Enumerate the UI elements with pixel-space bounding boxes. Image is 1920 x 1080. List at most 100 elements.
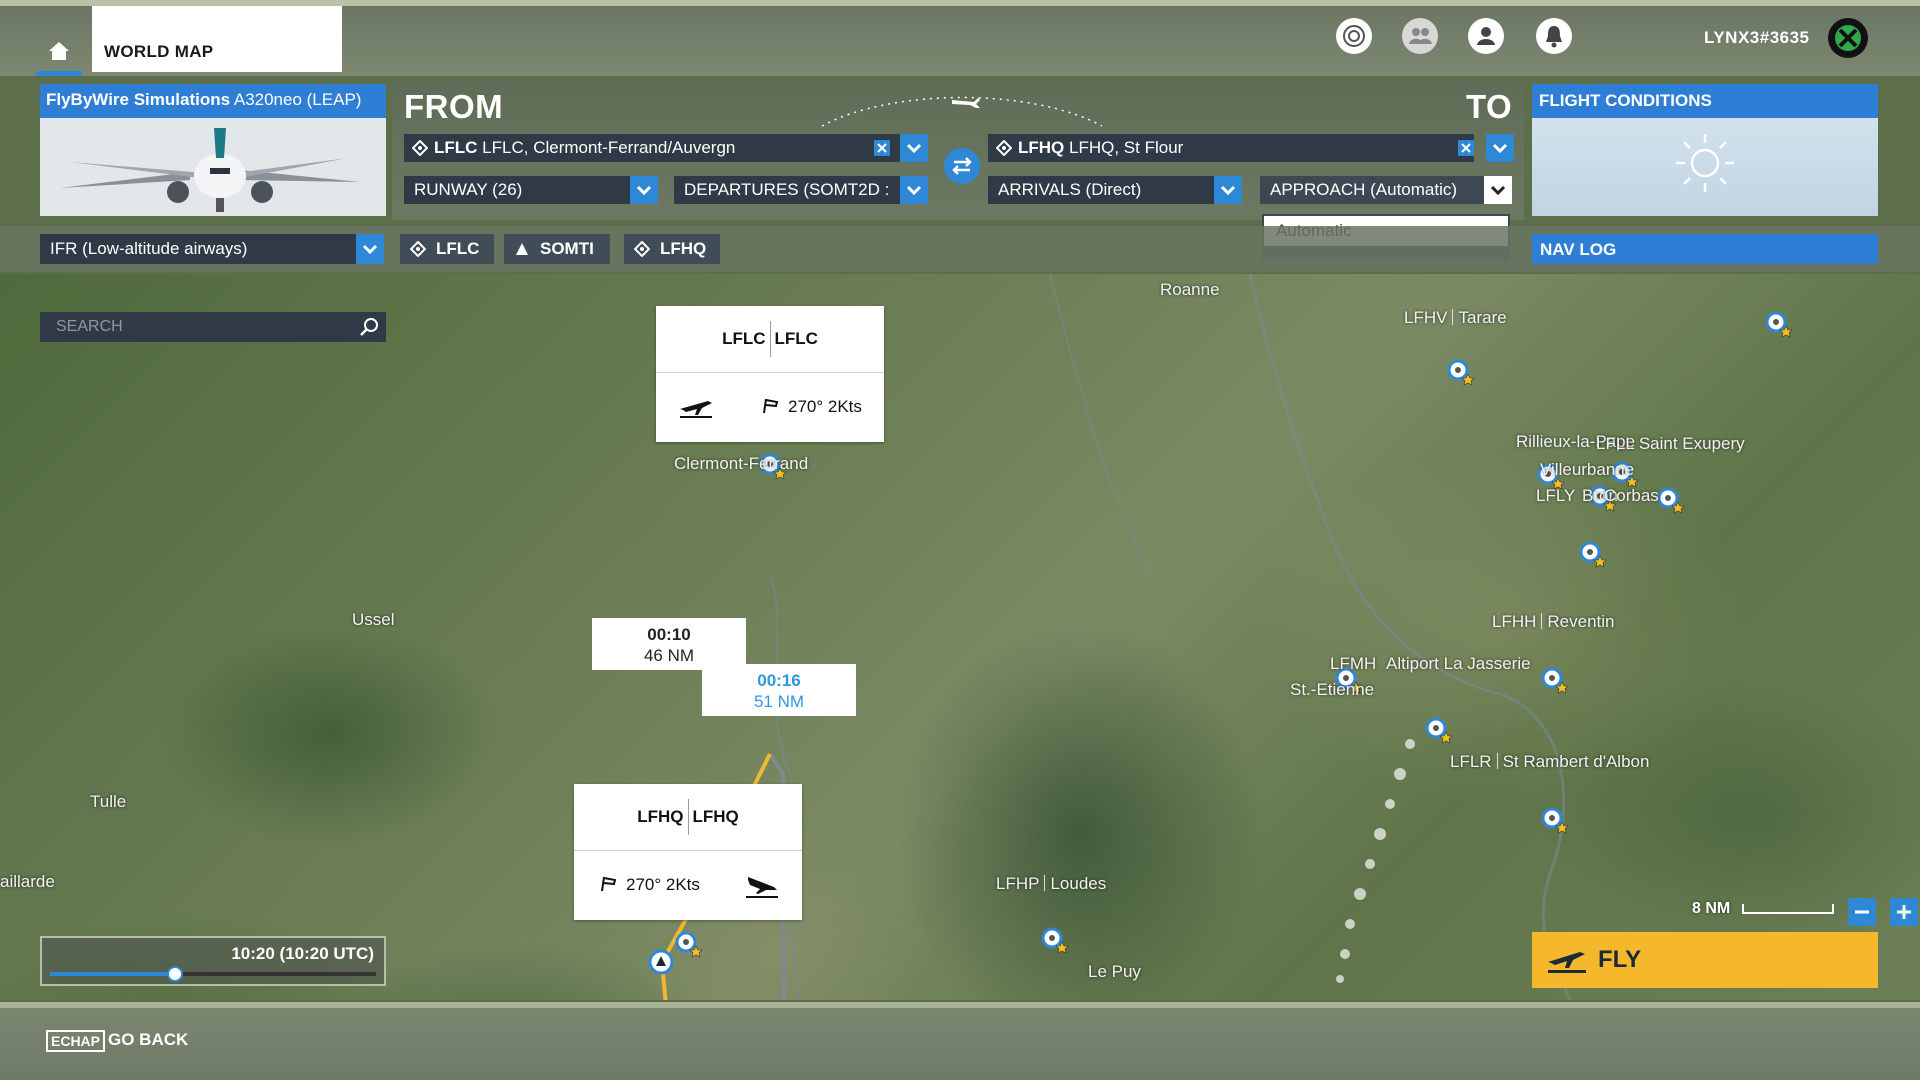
departure-card-body: 270° 2Kts <box>656 373 884 439</box>
time-label: 10:20 (10:20 UTC) <box>231 944 374 963</box>
arrivals-select[interactable]: ARRIVALS (Direct) <box>988 176 1214 204</box>
bottom-bar <box>0 1002 1920 1080</box>
zoom-in-button[interactable] <box>1890 898 1918 926</box>
waypoint-chip-lfhq[interactable]: LFHQ <box>624 234 720 264</box>
runway-select[interactable]: RUNWAY (26) <box>404 176 630 204</box>
plus-icon <box>1897 905 1911 919</box>
aircraft-panel[interactable]: FlyByWire Simulations A320neo (LEAP) <box>40 84 386 216</box>
alternate-leg-time: 00:16 <box>757 671 801 690</box>
airport-label-lfly: LFLY <box>1536 486 1576 505</box>
airport-target-icon <box>996 140 1012 156</box>
departure-wind-value: 270° 2Kts <box>788 397 862 416</box>
airport-label-lfmh: LFMH <box>1330 654 1377 673</box>
city-label-tulle: Tulle <box>90 792 127 811</box>
map-scale-bar <box>1742 904 1834 914</box>
time-slider-fill <box>50 972 174 976</box>
aircraft-brand: FlyByWire Simulations <box>46 90 231 109</box>
airport-label-lfhh: LFHH Reventin <box>1492 612 1615 631</box>
swap-airports-button[interactable] <box>944 148 980 184</box>
profile-button[interactable] <box>1468 18 1504 54</box>
echap-key-hint: ECHAP <box>46 1030 106 1052</box>
go-back-button[interactable]: GO BACK <box>108 1030 188 1050</box>
approach-select[interactable]: APPROACH (Automatic) <box>1260 176 1484 204</box>
aircraft-title: FlyByWire Simulations A320neo (LEAP) <box>40 84 386 118</box>
world-map[interactable]: Roanne Clermont-Ferrand Ussel Tulle aill… <box>0 274 1920 1000</box>
profile-icon <box>1477 27 1495 45</box>
clear-arrival-button[interactable] <box>1458 140 1474 156</box>
airport-marker-lfhv[interactable] <box>1447 359 1475 386</box>
takeoff-icon <box>680 401 712 418</box>
tab-world-map[interactable]: WORLD MAP <box>92 6 342 72</box>
home-icon <box>49 42 69 60</box>
wind-icon <box>601 876 617 892</box>
chevron-down-icon <box>1492 143 1508 154</box>
somti-waypoint-marker[interactable] <box>648 949 674 975</box>
arrival-wind-value: 270° 2Kts <box>626 875 700 894</box>
airport-label-lfll: LFLL Saint Exupery <box>1596 434 1745 453</box>
river-rhone <box>1248 274 1572 1000</box>
clear-departure-button[interactable] <box>874 140 890 156</box>
runway-dropdown-button[interactable] <box>630 176 658 204</box>
search-icon[interactable] <box>358 316 380 338</box>
arrival-airport-field[interactable]: LFHQ LFHQ, St Flour <box>988 134 1474 162</box>
from-label: FROM <box>404 88 504 125</box>
arrival-card-header: LFHQ LFHQ <box>574 784 802 851</box>
river-loire <box>1049 274 1151 575</box>
nav-log-button[interactable]: NAV LOG <box>1532 234 1878 264</box>
departures-dropdown-button[interactable] <box>900 176 928 204</box>
time-of-day-panel: 10:20 (10:20 UTC) <box>40 936 386 986</box>
airport-marker-jasserie[interactable] <box>1425 717 1453 744</box>
airport-marker-north[interactable] <box>1765 311 1793 338</box>
flight-plan-type-dropdown-button[interactable] <box>356 234 384 264</box>
airport-marker-lfhq[interactable] <box>675 931 703 958</box>
xbox-icon[interactable] <box>1828 18 1868 58</box>
airport-label-lflr: LFLR St Rambert d'Albon <box>1450 752 1650 771</box>
search-input[interactable] <box>40 312 386 342</box>
swap-icon <box>952 157 972 175</box>
map-overlay <box>648 274 1793 1000</box>
notifications-button[interactable] <box>1536 18 1572 54</box>
wind-icon <box>763 398 779 414</box>
airport-target-icon <box>412 140 428 156</box>
sun-icon <box>1676 134 1734 192</box>
snow-patches <box>1336 739 1415 983</box>
alternate-leg-info[interactable]: 00:16 51 NM <box>702 664 856 716</box>
airport-label-jasserie: Altiport La Jasserie <box>1386 654 1531 673</box>
fly-label: FLY <box>1598 946 1642 973</box>
arrival-card-body: 270° 2Kts <box>574 851 802 917</box>
approach-dropdown-button[interactable] <box>1484 176 1512 204</box>
primary-leg-info[interactable]: 00:10 46 NM <box>592 618 746 670</box>
airport-marker-south-lyon[interactable] <box>1579 541 1607 568</box>
activity-button[interactable] <box>1336 18 1372 54</box>
departure-airport-field[interactable]: LFLC LFLC, Clermont-Ferrand/Auvergn <box>404 134 900 162</box>
time-slider-thumb[interactable] <box>166 966 183 982</box>
flight-plan-type-select[interactable]: IFR (Low-altitude airways) <box>40 234 356 264</box>
time-slider-track[interactable] <box>50 966 376 982</box>
departures-select[interactable]: DEPARTURES (SOMT2D : <box>674 176 900 204</box>
close-icon <box>877 143 887 153</box>
aircraft-image <box>40 118 386 216</box>
arrival-airport-card[interactable]: LFHQ LFHQ 270° 2Kts <box>574 784 802 920</box>
friends-button[interactable] <box>1402 18 1438 54</box>
username[interactable]: LYNX3#3635 <box>1704 28 1810 48</box>
airport-marker-lfhp[interactable] <box>1041 927 1069 954</box>
waypoint-chip-lflc[interactable]: LFLC <box>400 234 494 264</box>
flight-conditions-title: FLIGHT CONDITIONS <box>1532 84 1878 118</box>
city-label-villeurbanne: Villeurbanne <box>1540 460 1635 479</box>
airport-marker-corbas[interactable] <box>1657 487 1685 514</box>
zoom-out-button[interactable] <box>1848 898 1876 926</box>
to-label: TO <box>1466 88 1513 125</box>
departure-dropdown-button[interactable] <box>900 134 928 162</box>
home-tab[interactable] <box>36 34 82 76</box>
fly-button[interactable]: FLY <box>1532 932 1878 988</box>
flight-conditions-panel[interactable]: FLIGHT CONDITIONS <box>1532 84 1878 216</box>
departure-airport-card[interactable]: LFLC LFLC 270° 2Kts <box>656 306 884 442</box>
activity-icon <box>1343 25 1365 47</box>
close-icon <box>1461 143 1471 153</box>
city-label-roanne: Roanne <box>1160 280 1220 299</box>
arrivals-dropdown-button[interactable] <box>1214 176 1242 204</box>
airport-marker-lfhh[interactable] <box>1541 667 1569 694</box>
arrival-dropdown-button[interactable] <box>1486 134 1514 162</box>
chevron-down-icon <box>1220 185 1236 196</box>
waypoint-chip-somti[interactable]: SOMTI <box>504 234 610 264</box>
